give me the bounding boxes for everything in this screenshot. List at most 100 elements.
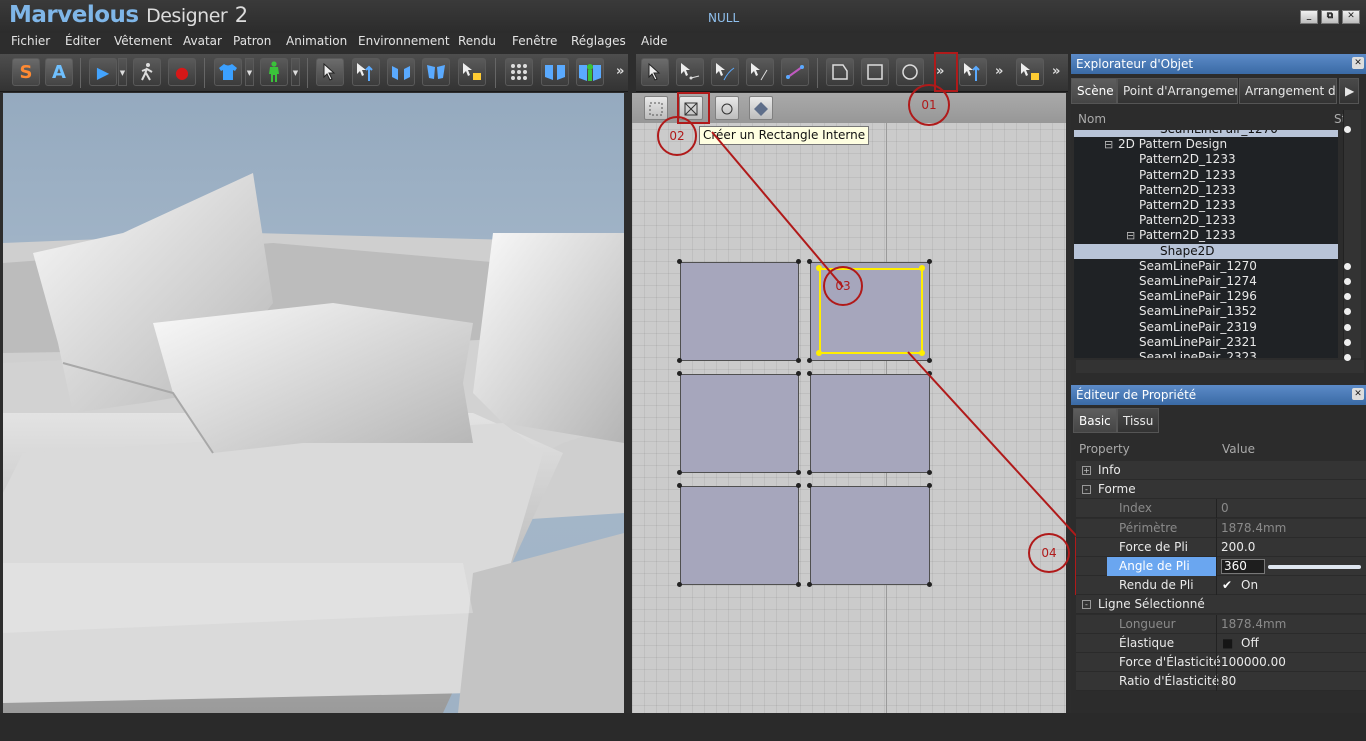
property-value[interactable]: On [1241, 576, 1258, 595]
checkbox[interactable]: ■ [1222, 634, 1233, 653]
tree-item[interactable]: SeamLinePair_1270 [1074, 259, 1338, 274]
select-2d-icon[interactable] [641, 58, 669, 86]
visibility-icon[interactable] [1344, 354, 1351, 361]
tab-scene[interactable]: Scène [1071, 78, 1117, 104]
walk-icon[interactable] [133, 58, 161, 86]
property-group[interactable]: + Info [1076, 461, 1366, 480]
menu-patron[interactable]: Patron [233, 33, 271, 49]
property-row[interactable]: Force de Pli 200.0 [1076, 537, 1366, 557]
viewport-3d[interactable] [3, 93, 624, 713]
vertex[interactable] [796, 259, 801, 264]
selected-vertex[interactable] [816, 265, 822, 271]
toolbar-3d-overflow[interactable]: » [616, 64, 624, 79]
arrange-icon[interactable] [541, 58, 569, 86]
angle-slider[interactable] [1268, 565, 1361, 569]
edit-curve-icon[interactable] [711, 58, 739, 86]
angle-input[interactable]: 360 [1221, 559, 1265, 574]
pattern-piece[interactable] [680, 486, 799, 585]
vertex[interactable] [677, 483, 682, 488]
vertex[interactable] [796, 483, 801, 488]
vertex[interactable] [927, 371, 932, 376]
collapse-icon[interactable]: - [1082, 485, 1091, 495]
pattern-piece[interactable] [680, 374, 799, 473]
select-point-icon[interactable] [676, 58, 704, 86]
rectangle-icon[interactable] [861, 58, 889, 86]
tree-item[interactable]: ⊟ Pattern2D_1233 [1074, 228, 1338, 243]
close-button[interactable]: ✕ [1342, 10, 1360, 24]
col-header-property[interactable]: Property [1079, 440, 1130, 458]
pattern-piece[interactable] [680, 262, 799, 361]
tree-item[interactable]: Pattern2D_1233 [1074, 183, 1338, 198]
selected-vertex[interactable] [919, 265, 925, 271]
vertex[interactable] [796, 470, 801, 475]
selected-vertex[interactable] [919, 350, 925, 356]
tree-item[interactable]: Pattern2D_1233 [1074, 198, 1338, 213]
property-row[interactable]: Longueur 1878.4mm [1076, 614, 1366, 634]
collapse-icon[interactable]: ⊟ [1104, 137, 1113, 152]
a-button[interactable]: A [45, 58, 73, 86]
vertex[interactable] [677, 259, 682, 264]
property-row[interactable]: Élastique ■ Off [1076, 633, 1366, 653]
property-value[interactable]: Off [1241, 634, 1259, 653]
menu-fenetre[interactable]: Fenêtre [512, 33, 557, 49]
collapse-icon[interactable]: ⊟ [1126, 228, 1135, 243]
vertex[interactable] [927, 470, 932, 475]
tree-hscrollbar[interactable] [1076, 360, 1364, 373]
avatar-dropdown[interactable]: ▼ [291, 58, 300, 86]
menu-environnement[interactable]: Environnement [358, 33, 450, 49]
vertex[interactable] [796, 358, 801, 363]
circle-icon[interactable] [896, 58, 924, 86]
vertex[interactable] [677, 582, 682, 587]
points-icon[interactable] [505, 58, 533, 86]
property-row[interactable]: Rendu de Pli ✔ On [1076, 576, 1366, 596]
select-icon[interactable] [316, 58, 344, 86]
polygon-icon[interactable] [826, 58, 854, 86]
vertex[interactable] [807, 483, 812, 488]
menu-reglages[interactable]: Réglages [571, 33, 626, 49]
vertex[interactable] [796, 582, 801, 587]
tree-item[interactable]: Shape2D [1074, 243, 1338, 259]
vertex[interactable] [796, 371, 801, 376]
tree-item[interactable]: Pattern2D_1233 [1074, 213, 1338, 228]
menu-vetement[interactable]: Vêtement [114, 33, 172, 49]
property-value[interactable]: 100000.00 [1221, 653, 1286, 672]
tree-vscrollbar[interactable] [1343, 110, 1361, 358]
menu-editer[interactable]: Éditer [65, 33, 101, 49]
property-value[interactable]: 80 [1221, 672, 1236, 691]
menu-animation[interactable]: Animation [286, 33, 347, 49]
property-value[interactable]: 0 [1221, 499, 1229, 518]
visibility-icon[interactable] [1344, 338, 1351, 346]
record-icon[interactable]: ● [168, 58, 196, 86]
menu-avatar[interactable]: Avatar [183, 33, 222, 49]
selected-vertex[interactable] [816, 350, 822, 356]
tab-scroll-icon[interactable]: ▶ [1339, 78, 1359, 104]
fold-icon[interactable] [387, 58, 415, 86]
property-row[interactable]: Ratio d'Élasticité 80 [1076, 672, 1366, 692]
vertex[interactable] [677, 371, 682, 376]
move-2d-icon[interactable] [1016, 58, 1044, 86]
visibility-icon[interactable] [1344, 323, 1351, 331]
tab-basic[interactable]: Basic [1073, 408, 1117, 433]
tree-item[interactable]: SeamLinePair_1274 [1074, 274, 1338, 289]
menu-rendu[interactable]: Rendu [458, 33, 496, 49]
unfold-icon[interactable] [422, 58, 450, 86]
seam-icon[interactable] [781, 58, 809, 86]
avatar-icon[interactable] [260, 58, 288, 86]
vertex[interactable] [807, 470, 812, 475]
collapse-icon[interactable]: - [1082, 600, 1091, 610]
vertex[interactable] [927, 483, 932, 488]
visibility-icon[interactable] [1344, 126, 1351, 133]
property-value[interactable]: 1878.4mm [1221, 519, 1286, 538]
vertex[interactable] [807, 259, 812, 264]
simulate-dropdown[interactable]: ▼ [118, 58, 127, 86]
edit-point-icon[interactable] [746, 58, 774, 86]
tree-item[interactable]: Pattern2D_1233 [1074, 152, 1338, 167]
transform-2d-icon[interactable] [959, 58, 987, 86]
property-group[interactable]: - Ligne Sélectionné [1076, 595, 1366, 615]
vertex[interactable] [927, 582, 932, 587]
tree-item[interactable]: SeamLinePair_1296 [1074, 289, 1338, 304]
property-group[interactable]: - Forme [1076, 480, 1366, 500]
tab-point-arrangement[interactable]: Point d'Arrangement [1117, 78, 1238, 104]
vertex[interactable] [807, 582, 812, 587]
s-button[interactable]: S [12, 58, 40, 86]
